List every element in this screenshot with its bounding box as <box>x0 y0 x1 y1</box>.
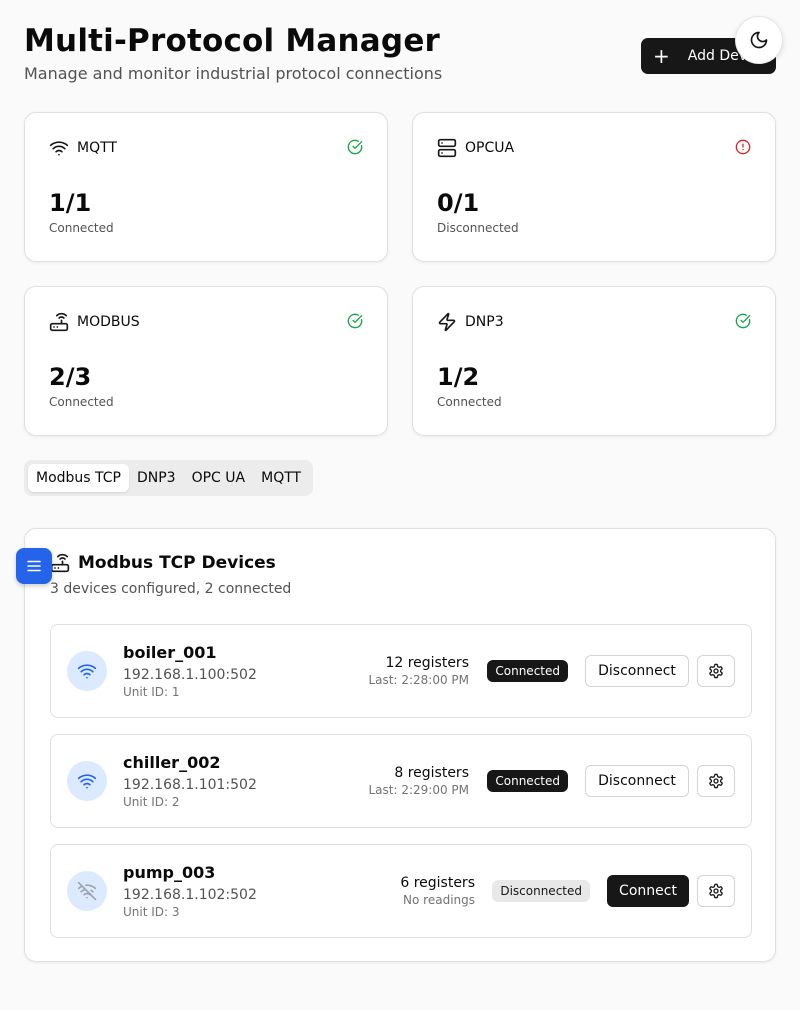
connect-button[interactable]: Connect <box>607 875 689 907</box>
device-status-avatar <box>67 871 107 911</box>
router-icon <box>50 553 70 573</box>
device-last-reading: Last: 2:28:00 PM <box>368 673 469 687</box>
device-name: boiler_001 <box>123 643 217 662</box>
protocol-card-mqtt: MQTT 1/1 Connected <box>24 112 388 262</box>
check-circle-icon <box>735 313 751 329</box>
menu-icon <box>27 560 41 572</box>
protocol-card-opcua: OPCUA 0/1 Disconnected <box>412 112 776 262</box>
device-settings-button[interactable] <box>697 765 735 797</box>
check-circle-icon <box>347 313 363 329</box>
protocol-name: DNP3 <box>465 314 504 330</box>
device-address: 192.168.1.101:502 <box>123 777 257 793</box>
connection-status-label: Connected <box>437 395 502 409</box>
device-address: 192.168.1.102:502 <box>123 887 257 903</box>
devices-panel: Modbus TCP Devices 3 devices configured,… <box>24 528 776 962</box>
status-badge: Disconnected <box>492 880 590 902</box>
moon-icon <box>750 31 768 49</box>
check-circle-icon <box>347 139 363 155</box>
tab-mqtt[interactable]: MQTT <box>253 464 309 492</box>
gear-icon <box>709 663 723 679</box>
protocol-name: OPCUA <box>465 140 515 156</box>
connection-count: 1/1 <box>49 189 92 217</box>
device-unit-id: Unit ID: 3 <box>123 905 180 919</box>
menu-button[interactable] <box>16 548 52 584</box>
connection-count: 2/3 <box>49 363 92 391</box>
panel-subtitle: 3 devices configured, 2 connected <box>50 581 292 597</box>
protocol-tabs: Modbus TCP DNP3 OPC UA MQTT <box>24 460 314 496</box>
panel-title: Modbus TCP Devices <box>78 553 276 573</box>
zap-icon <box>438 312 456 332</box>
device-unit-id: Unit ID: 1 <box>123 685 180 699</box>
connection-status-label: Disconnected <box>437 221 519 235</box>
device-register-count: 12 registers <box>385 655 469 671</box>
wifi-icon <box>77 774 97 789</box>
alert-circle-icon <box>735 139 751 155</box>
device-register-count: 6 registers <box>400 875 475 891</box>
device-address: 192.168.1.100:502 <box>123 667 257 683</box>
device-unit-id: Unit ID: 2 <box>123 795 180 809</box>
device-settings-button[interactable] <box>697 875 735 907</box>
protocol-card-modbus: MODBUS 2/3 Connected <box>24 286 388 436</box>
wifi-icon <box>49 141 69 156</box>
router-icon <box>49 312 69 332</box>
protocol-name: MQTT <box>77 140 117 156</box>
connection-count: 0/1 <box>437 189 480 217</box>
disconnect-button[interactable]: Disconnect <box>585 655 689 687</box>
tab-opc-ua[interactable]: OPC UA <box>184 464 254 492</box>
device-name: pump_003 <box>123 863 216 882</box>
protocol-name: MODBUS <box>77 314 140 330</box>
page-header: Multi-Protocol Manager Manage and monito… <box>24 22 442 83</box>
device-register-count: 8 registers <box>394 765 469 781</box>
theme-toggle-button[interactable] <box>735 16 783 64</box>
connection-status-label: Connected <box>49 395 114 409</box>
connection-status-label: Connected <box>49 221 114 235</box>
plus-icon: + <box>653 44 670 68</box>
protocol-card-dnp3: DNP3 1/2 Connected <box>412 286 776 436</box>
device-row: chiller_002 192.168.1.101:502 Unit ID: 2… <box>50 734 752 828</box>
server-icon <box>437 138 457 158</box>
gear-icon <box>709 773 723 789</box>
status-badge: Connected <box>487 770 568 792</box>
disconnect-button[interactable]: Disconnect <box>585 765 689 797</box>
device-settings-button[interactable] <box>697 655 735 687</box>
device-row: boiler_001 192.168.1.100:502 Unit ID: 1 … <box>50 624 752 718</box>
page-title: Multi-Protocol Manager <box>24 23 441 59</box>
device-last-reading: No readings <box>403 893 475 907</box>
device-status-avatar <box>67 761 107 801</box>
connection-count: 1/2 <box>437 363 480 391</box>
status-badge: Connected <box>487 660 568 682</box>
page-subtitle: Manage and monitor industrial protocol c… <box>24 64 443 83</box>
device-row: pump_003 192.168.1.102:502 Unit ID: 3 6 … <box>50 844 752 938</box>
wifi-icon <box>77 664 97 679</box>
wifi-off-icon <box>77 881 97 901</box>
device-status-avatar <box>67 651 107 691</box>
device-last-reading: Last: 2:29:00 PM <box>368 783 469 797</box>
device-name: chiller_002 <box>123 753 221 772</box>
tab-dnp3[interactable]: DNP3 <box>129 464 184 492</box>
tab-modbus-tcp[interactable]: Modbus TCP <box>28 464 129 492</box>
gear-icon <box>709 883 723 899</box>
